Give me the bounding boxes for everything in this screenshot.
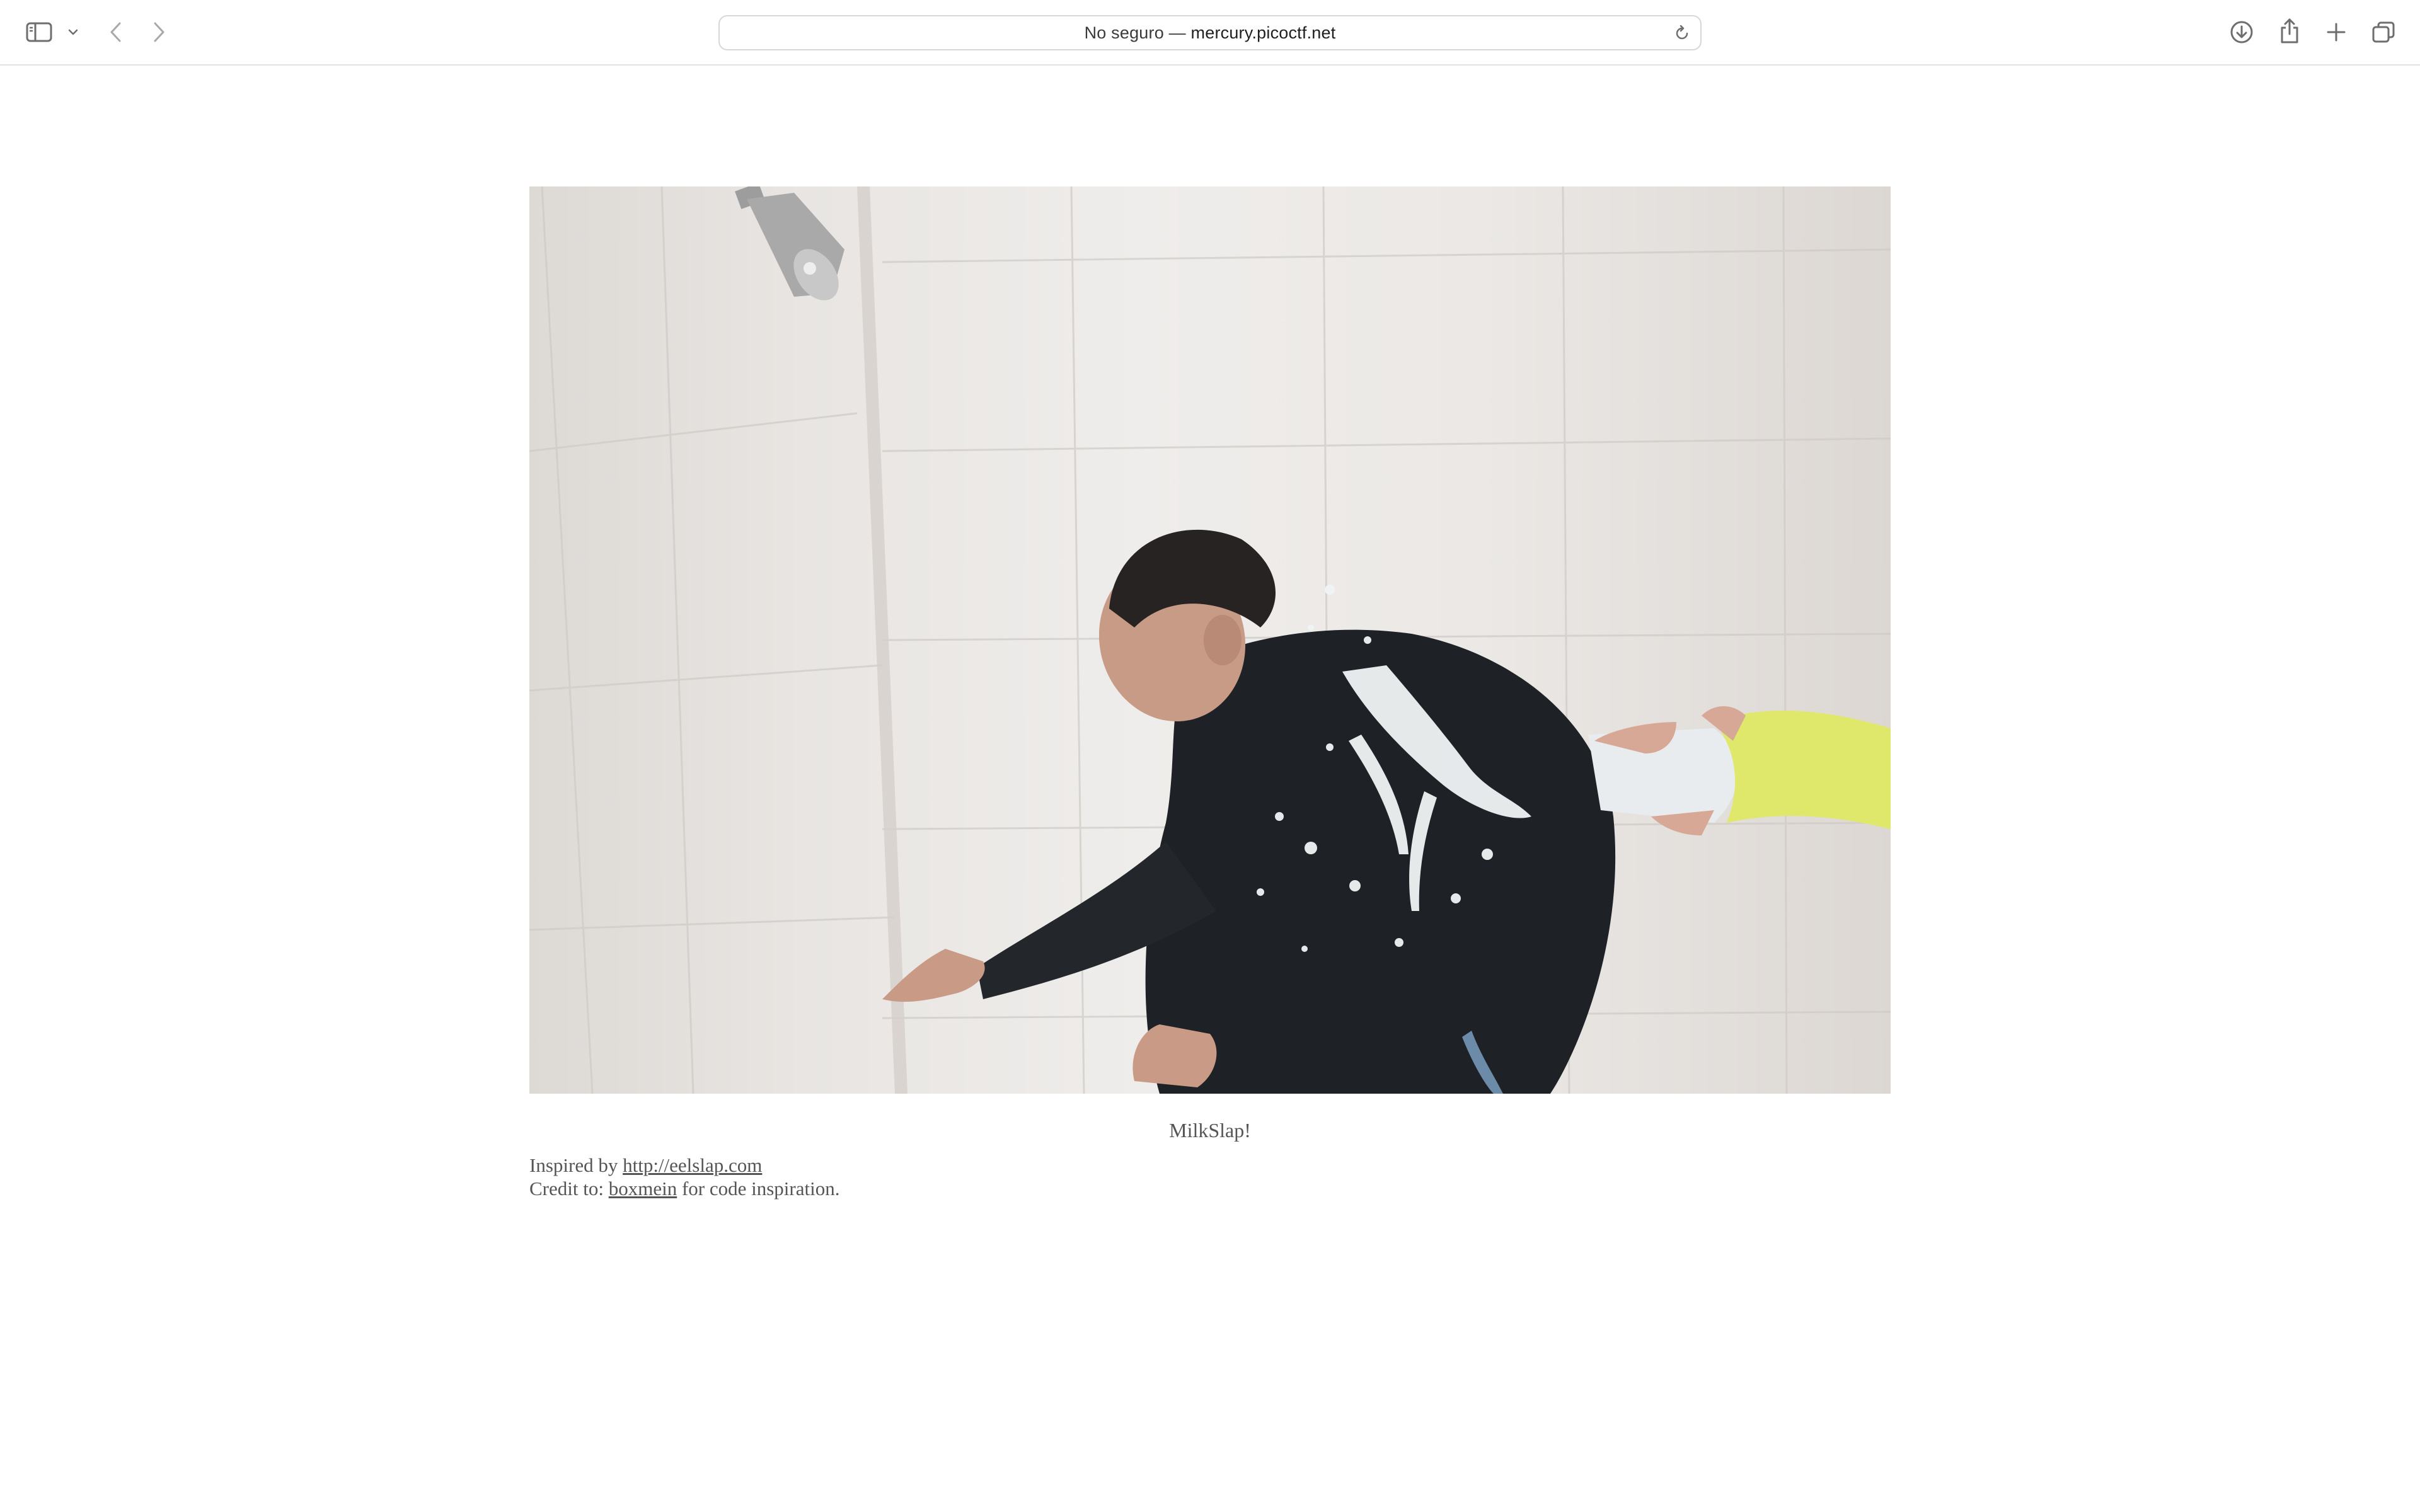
downloads-button[interactable]: [2227, 18, 2256, 47]
inspired-line: Inspired by http://eelslap.com: [529, 1154, 1891, 1177]
boxmein-link[interactable]: boxmein: [609, 1177, 677, 1200]
address-domain: mercury.picoctf.net: [1190, 23, 1336, 42]
chevron-down-icon: [68, 29, 78, 35]
download-icon: [2230, 21, 2253, 43]
page-content: MilkSlap! Inspired by http://eelslap.com…: [529, 186, 1891, 1200]
address-text: No seguro — mercury.picoctf.net: [1085, 23, 1336, 43]
credit-line: Credit to: boxmein for code inspiration.: [529, 1177, 1891, 1200]
forward-arrow-icon: [154, 22, 164, 42]
browser-toolbar: No seguro — mercury.picoctf.net: [0, 0, 2420, 66]
tab-overview-button[interactable]: [2368, 18, 2399, 47]
share-button[interactable]: [2275, 15, 2304, 47]
new-tab-icon: [2327, 23, 2346, 42]
sidebar-toggle-button[interactable]: [23, 18, 55, 47]
share-icon: [2281, 18, 2298, 43]
credit-suffix: for code inspiration.: [677, 1177, 840, 1200]
forward-button[interactable]: [146, 18, 171, 47]
address-bar[interactable]: No seguro — mercury.picoctf.net: [718, 15, 1702, 50]
address-security-label: No seguro —: [1084, 23, 1191, 42]
back-arrow-icon: [110, 22, 121, 42]
tab-overview-icon: [2372, 21, 2395, 43]
credit-prefix: Credit to:: [529, 1177, 609, 1200]
inspired-prefix: Inspired by: [529, 1154, 623, 1176]
sidebar-menu-button[interactable]: [66, 21, 81, 43]
shower-head: [735, 186, 844, 301]
reload-button[interactable]: [1673, 24, 1691, 43]
milkslap-photo: [529, 186, 1891, 1094]
image-caption: MilkSlap!: [1169, 1119, 1251, 1142]
person-figure: [882, 529, 1616, 1094]
reload-icon: [1676, 25, 1688, 40]
new-tab-button[interactable]: [2322, 18, 2351, 47]
eelslap-link[interactable]: http://eelslap.com: [623, 1154, 762, 1176]
credits: Inspired by http://eelslap.com Credit to…: [529, 1154, 1891, 1200]
milkslap-image[interactable]: [529, 186, 1891, 1094]
milk-cup-arm: [1588, 706, 1891, 835]
sidebar-icon: [26, 22, 52, 42]
back-button[interactable]: [103, 18, 129, 47]
